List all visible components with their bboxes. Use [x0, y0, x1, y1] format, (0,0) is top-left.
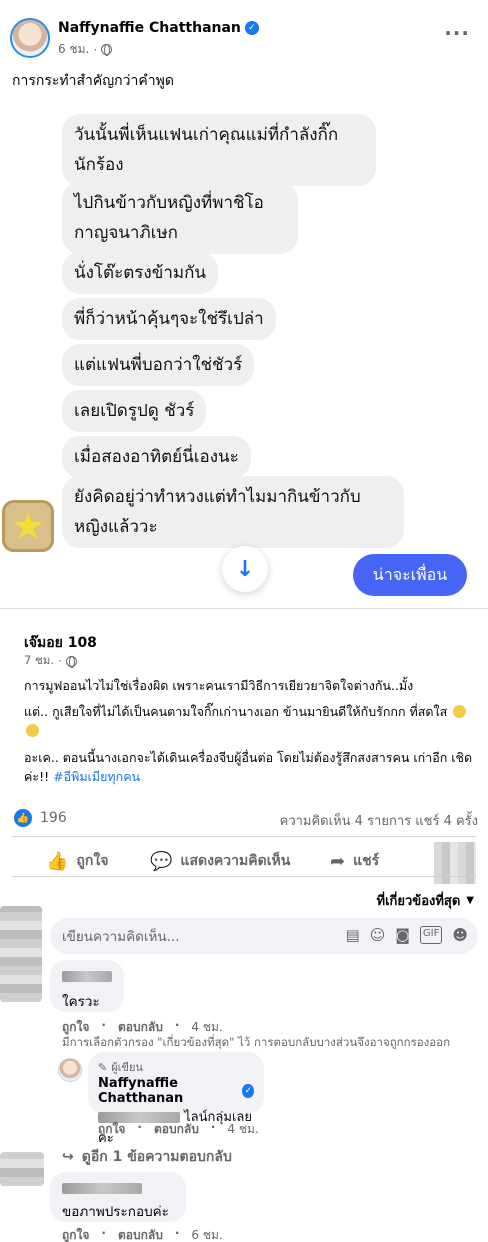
comment-placeholder: เขียนความคิดเห็น...	[62, 929, 180, 945]
divider	[12, 836, 476, 837]
divider	[12, 876, 476, 877]
author-reply-name[interactable]: Naffynaffie Chatthanan	[98, 1076, 238, 1106]
share-label: แชร์	[353, 853, 380, 869]
like-count[interactable]: 196	[40, 810, 67, 826]
author-reply-like[interactable]: ถูกใจ	[98, 1120, 125, 1139]
viewer-avatar	[0, 906, 42, 1002]
shared-paragraph: การมูฟออนไวไม่ใช่เรื่องผิด เพราะคนเรามีว…	[24, 678, 414, 693]
comment-text: ขอภาพประกอบค่ะ	[62, 1204, 169, 1220]
globe-icon	[101, 44, 113, 56]
more-options-icon[interactable]: ···	[444, 23, 470, 43]
comment-time[interactable]: 6 ชม.	[191, 1226, 222, 1242]
reply-arrow-icon: ↪	[62, 1149, 74, 1165]
filter-note: มีการเลือกตัวกรอง "เกี่ยวข้องที่สุด" ไว้…	[62, 1035, 451, 1049]
caret-down-icon: ▼	[466, 895, 474, 906]
chat-message: ไปกินข้าวกับหญิงที่พาชิโอ กาญจนาภิเษก	[62, 182, 298, 254]
author-reply-actions: ถูกใจ · ตอบกลับ · 4 ชม.	[98, 1120, 259, 1139]
author-reply-name-row: Naffynaffie Chatthanan ✓	[98, 1076, 254, 1106]
comment-actions: ถูกใจ · ตอบกลับ · 6 ชม.	[62, 1226, 223, 1242]
comment-like[interactable]: ถูกใจ	[62, 1226, 89, 1242]
arrow-down-icon[interactable]: ↓	[222, 546, 268, 592]
sticker-icon[interactable]: ▤	[346, 926, 360, 944]
comment-bubble[interactable]: ขอภาพประกอบค่ะ	[50, 1172, 186, 1222]
chat-message: แต่แฟนพี่บอกว่าใช่ชัวร์	[62, 344, 255, 386]
author-reply-bubble[interactable]: ✎ ผู้เขียน Naffynaffie Chatthanan ✓ ไลน์…	[88, 1052, 264, 1146]
comment-bubble[interactable]: ใครวะ	[50, 960, 124, 1012]
shared-paragraph-text: แต่.. กูเสียใจที่ไม่ได้เป็นคนตามใจกิ๊กเก…	[24, 704, 448, 719]
sort-label: ที่เกี่ยวข้องที่สุด	[376, 894, 461, 909]
post-caption: การกระทำสำคัญกว่าคำพูด	[12, 73, 174, 89]
author-reply-avatar[interactable]	[58, 1058, 82, 1082]
emoji-icon[interactable]: ☺	[370, 926, 386, 944]
shared-paragraph-3: อะเค.. ตอนนี้นางเอกจะได้เดินเครื่องจีบผู…	[24, 748, 474, 786]
comment-button[interactable]: 💬 แสดงความคิดเห็น	[150, 850, 290, 872]
shared-time[interactable]: 7 ชม.	[24, 652, 54, 670]
blurred-commenter-name[interactable]	[62, 968, 112, 984]
chat-message: วันนั้นพี่เห็นแฟนเก่าคุณแม่ที่กำลังกิ๊ก …	[62, 114, 376, 186]
chat-screenshot-image[interactable]: วันนั้นพี่เห็นแฟนเก่าคุณแม่ที่กำลังกิ๊ก …	[0, 98, 488, 608]
comment-bubble-icon: 💬	[150, 850, 173, 872]
share-button[interactable]: ➦ แชร์	[330, 850, 379, 872]
author-avatar[interactable]	[10, 18, 50, 58]
verified-icon: ✓	[242, 1084, 254, 1098]
camera-icon[interactable]: ◙	[395, 926, 410, 944]
composer-icons: ▤ ☺ ◙ GIF ☻	[346, 926, 468, 944]
chat-message: เลยเปิดรูปดู ชัวร์	[62, 390, 207, 432]
like-label: ถูกใจ	[76, 853, 109, 869]
comment-sort-dropdown[interactable]: ที่เกี่ยวข้องที่สุด ▼	[377, 890, 475, 911]
author-reply-time[interactable]: 4 ชม.	[227, 1120, 258, 1139]
post-author-name[interactable]: Naffynaffie Chatthanan	[58, 20, 241, 36]
author-badge-label: ผู้เขียน	[111, 1061, 143, 1074]
chat-message: นั่งโต๊ะตรงข้ามกัน	[62, 252, 218, 294]
post-meta: 6 ชม. ·	[58, 40, 113, 59]
gif-icon[interactable]: GIF	[419, 926, 443, 944]
thumbs-up-icon: 👍	[46, 850, 69, 872]
grinning-emoji-icon	[453, 705, 467, 718]
globe-icon	[65, 655, 77, 668]
comments-shares-count[interactable]: ความคิดเห็น 4 รายการ แชร์ 4 ครั้ง	[280, 810, 478, 831]
shared-author[interactable]: เจ๊มอย 108	[24, 632, 97, 654]
sticker-face-icon[interactable]: ☻	[452, 926, 468, 944]
comment-input[interactable]: เขียนความคิดเห็น... ▤ ☺ ◙ GIF ☻	[50, 918, 478, 954]
sent-message: น่าจะเพื่อน	[353, 554, 467, 596]
comment-text: ใครวะ	[62, 994, 100, 1010]
grinning-emoji-icon	[26, 724, 39, 737]
pencil-icon: ✎	[98, 1060, 108, 1074]
comment-reply[interactable]: ตอบกลับ	[118, 1226, 163, 1242]
post-author[interactable]: Naffynaffie Chatthanan ✓	[58, 20, 259, 36]
commenter-avatar[interactable]	[0, 1152, 44, 1186]
shared-meta: 7 ชม. ·	[24, 652, 77, 670]
view-more-replies[interactable]: ↪ ดูอีก 1 ข้อความตอบกลับ	[62, 1146, 232, 1168]
hashtag-link[interactable]: #อีพิมเมียทุกคน	[53, 769, 140, 784]
blurred-thumbnail	[434, 842, 476, 884]
view-more-replies-label: ดูอีก 1 ข้อความตอบกลับ	[81, 1149, 232, 1165]
author-badge: ✎ ผู้เขียน	[98, 1058, 254, 1076]
like-reaction-icon[interactable]: 👍	[14, 809, 32, 827]
author-reply-reply[interactable]: ตอบกลับ	[154, 1120, 199, 1139]
chat-message: เมื่อสองอาทิตย์นี่เองนะ	[62, 436, 251, 478]
star-sticker-icon: ★	[2, 500, 54, 552]
verified-icon: ✓	[244, 21, 259, 35]
chat-message: ยังคิดอยู่ว่าทำหวงแต่ทำไมมากินข้าวกับ หญ…	[62, 476, 404, 548]
blurred-commenter-name[interactable]	[62, 1180, 174, 1196]
share-arrow-icon: ➦	[330, 850, 346, 872]
post-time[interactable]: 6 ชม.	[58, 40, 89, 59]
like-button[interactable]: 👍 ถูกใจ	[46, 850, 108, 872]
chat-message: พี่ก็ว่าหน้าคุ้นๆจะใช่รึเปล่า	[62, 298, 276, 340]
shared-paragraph-2: แต่.. กูเสียใจที่ไม่ได้เป็นคนตามใจกิ๊กเก…	[24, 702, 474, 740]
comment-label: แสดงความคิดเห็น	[180, 853, 291, 869]
